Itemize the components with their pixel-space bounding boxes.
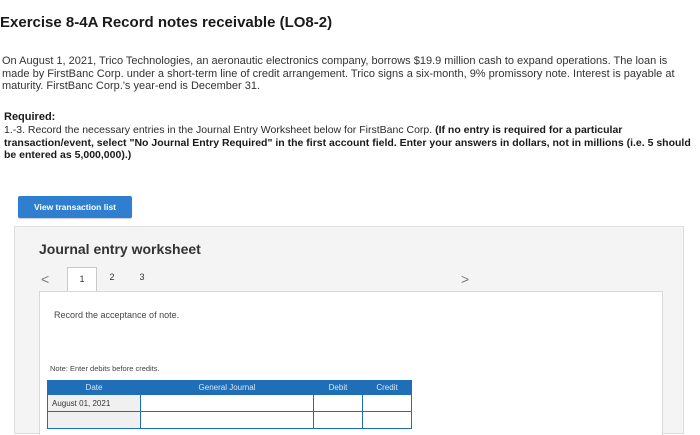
required-text: 1.-3. Record the necessary entries in th… xyxy=(4,124,433,136)
journal-entry-worksheet-panel: Journal entry worksheet < 1 2 3 > Record… xyxy=(14,226,684,435)
debit-field[interactable] xyxy=(313,411,363,429)
tab-1[interactable]: 1 xyxy=(67,267,97,293)
debit-credit-note: Note: Enter debits before credits. xyxy=(50,364,160,373)
debit-field[interactable] xyxy=(313,394,363,412)
date-cell: August 01, 2021 xyxy=(47,394,141,412)
required-instructions: 1.-3. Record the necessary entries in th… xyxy=(4,124,694,162)
problem-text: On August 1, 2021, Trico Technologies, a… xyxy=(2,55,675,92)
exercise-title: Exercise 8-4A Record notes receivable (L… xyxy=(0,14,333,31)
table-row xyxy=(47,411,412,429)
account-field[interactable] xyxy=(140,411,314,429)
table-row: August 01, 2021 xyxy=(47,394,412,412)
header-credit: Credit xyxy=(362,380,412,395)
header-debit: Debit xyxy=(313,380,363,395)
date-cell xyxy=(47,411,141,429)
tab-3[interactable]: 3 xyxy=(127,267,157,287)
header-date: Date xyxy=(47,380,141,395)
view-transaction-list-button[interactable]: View transaction list xyxy=(18,196,132,218)
header-general-journal: General Journal xyxy=(140,380,314,395)
credit-field[interactable] xyxy=(362,411,412,429)
credit-field[interactable] xyxy=(362,394,412,412)
transaction-instruction: Record the acceptance of note. xyxy=(54,310,180,320)
worksheet-tabs: 1 2 3 xyxy=(67,267,157,293)
account-field[interactable] xyxy=(140,394,314,412)
required-heading: Required: xyxy=(4,111,56,123)
journal-entry-table: Date General Journal Debit Credit August… xyxy=(47,380,412,429)
worksheet-title: Journal entry worksheet xyxy=(39,241,201,257)
tab-2[interactable]: 2 xyxy=(97,267,127,287)
prev-arrow-icon[interactable]: < xyxy=(41,271,49,287)
next-arrow-icon[interactable]: > xyxy=(461,271,469,287)
worksheet-body: Record the acceptance of note. Note: Ent… xyxy=(39,291,663,435)
